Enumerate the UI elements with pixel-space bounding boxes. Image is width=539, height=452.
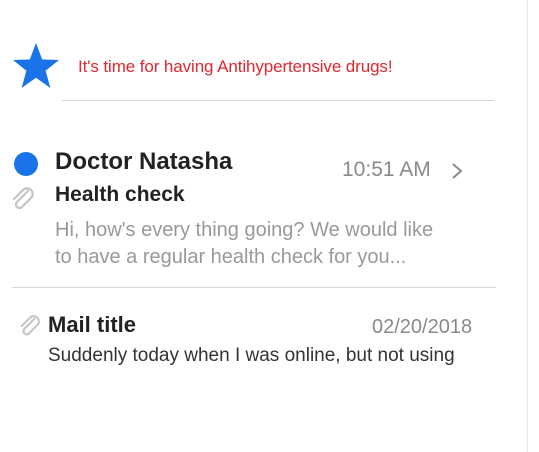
mail-sender: Doctor Natasha bbox=[55, 148, 233, 175]
divider bbox=[12, 287, 496, 288]
mail-time: 10:51 AM bbox=[342, 158, 431, 181]
mail-title: Mail title bbox=[48, 312, 137, 337]
paperclip-icon bbox=[12, 187, 34, 210]
mail-preview: Hi, how's every thing going? We would li… bbox=[55, 217, 505, 271]
divider bbox=[62, 100, 494, 101]
reminder-text: It's time for having Antihypertensive dr… bbox=[78, 57, 393, 76]
mail-preview-container: Suddenly today when I was online, but no… bbox=[48, 345, 493, 373]
mail-preview-line: Hi, how's every thing going? We would li… bbox=[55, 219, 434, 241]
mail-date: 02/20/2018 bbox=[372, 316, 473, 338]
chevron-right-icon[interactable] bbox=[450, 161, 464, 181]
unread-dot-icon bbox=[14, 152, 38, 176]
mail-preview: Suddenly today when I was online, but no… bbox=[48, 345, 455, 366]
reminder-banner[interactable]: It's time for having Antihypertensive dr… bbox=[0, 0, 539, 100]
mail-preview-line: to have a regular health check for you..… bbox=[55, 246, 407, 268]
paperclip-icon bbox=[20, 315, 40, 336]
mail-subject: Health check bbox=[55, 183, 185, 206]
panel-edge bbox=[527, 0, 528, 452]
star-icon bbox=[13, 43, 59, 88]
